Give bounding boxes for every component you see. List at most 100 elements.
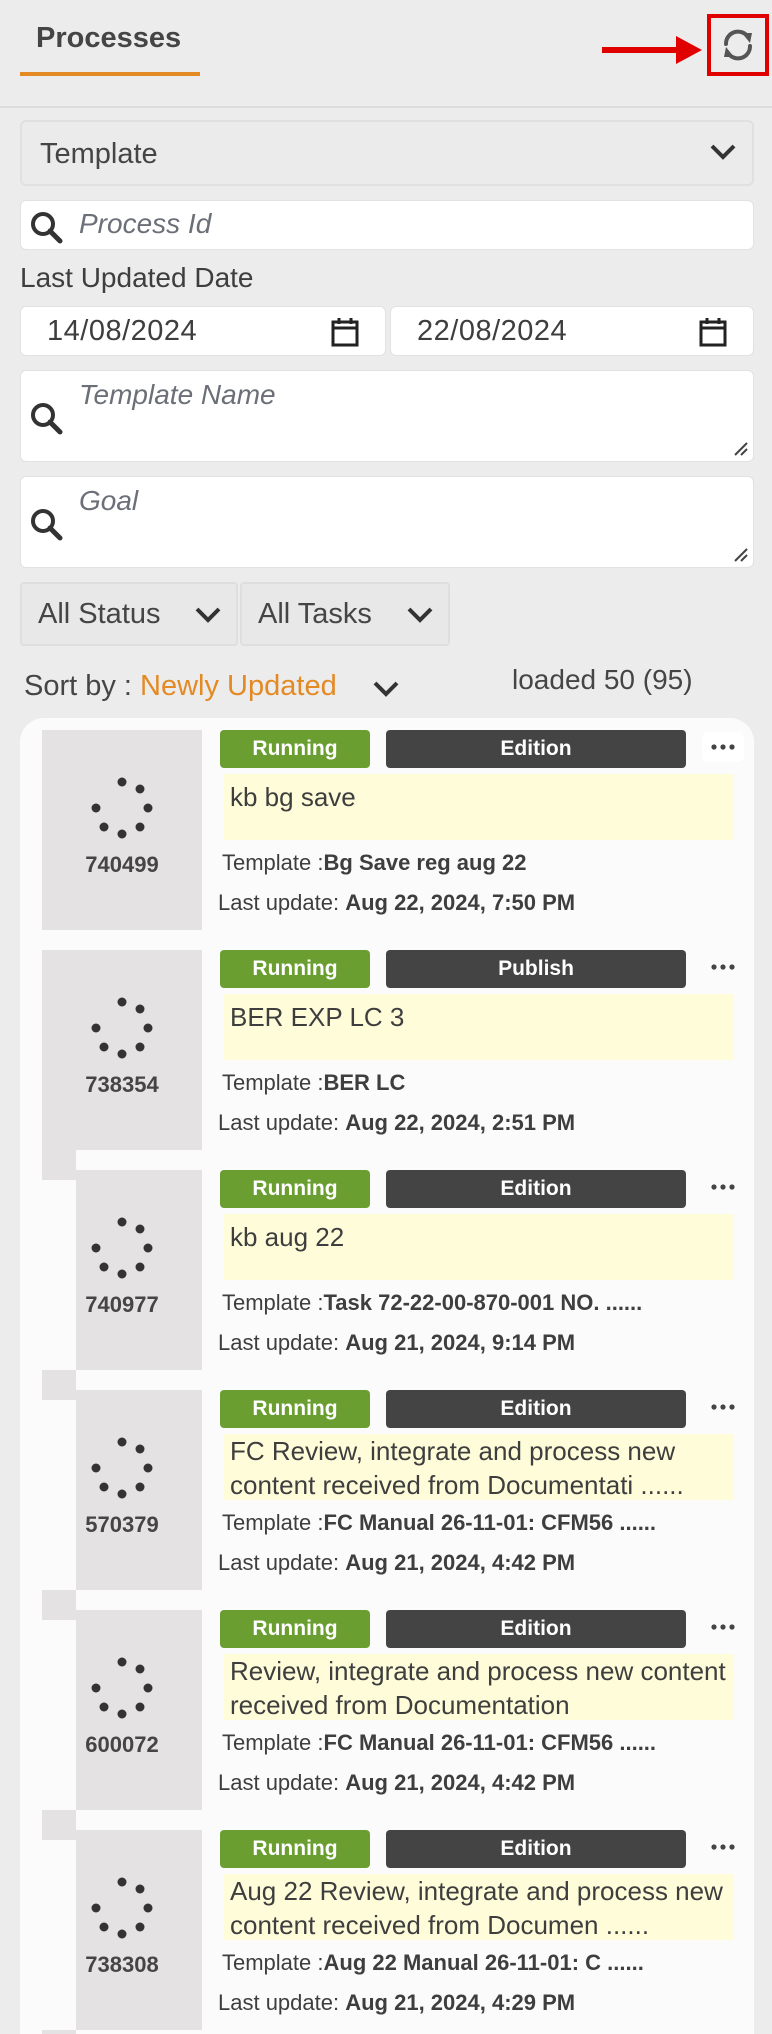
chevron-down-icon[interactable] bbox=[372, 678, 400, 700]
last-update-line: Last update: Aug 22, 2024, 7:50 PM bbox=[218, 890, 575, 916]
last-update-line: Last update: Aug 21, 2024, 9:14 PM bbox=[218, 1330, 575, 1356]
last-update-value: Aug 21, 2024, 9:14 PM bbox=[345, 1330, 576, 1355]
process-card[interactable]: 740499 Running Edition kb bg save Templa… bbox=[20, 730, 754, 930]
search-icon bbox=[31, 509, 63, 541]
more-options-button[interactable] bbox=[702, 1832, 744, 1862]
resize-handle-icon[interactable] bbox=[731, 545, 749, 563]
goal-box: FC Review, integrate and process new con… bbox=[224, 1434, 734, 1500]
process-thumbnail[interactable]: 738308 bbox=[76, 1830, 202, 2030]
more-horizontal-icon bbox=[711, 1844, 735, 1850]
process-card[interactable]: 738354 Running Publish BER EXP LC 3 Temp… bbox=[20, 950, 754, 1150]
mode-badge: Publish bbox=[386, 950, 686, 988]
goal-box: kb aug 22 bbox=[224, 1214, 734, 1280]
last-update-prefix: Last update: bbox=[218, 1770, 346, 1795]
more-options-button[interactable] bbox=[702, 732, 744, 762]
calendar-icon[interactable] bbox=[699, 317, 727, 347]
mode-badge: Edition bbox=[386, 1170, 686, 1208]
process-card[interactable]: 740977 Running Edition kb aug 22 Templat… bbox=[20, 1170, 754, 1370]
more-options-button[interactable] bbox=[702, 1612, 744, 1642]
refresh-icon bbox=[723, 29, 753, 61]
more-horizontal-icon bbox=[711, 744, 735, 750]
calendar-icon[interactable] bbox=[331, 317, 359, 347]
template-prefix: Template : bbox=[222, 1290, 324, 1315]
template-select-label: Template bbox=[40, 138, 158, 170]
spinner-icon bbox=[91, 1877, 153, 1939]
template-value: FC Manual 26-11-01: CFM56 ...... bbox=[323, 1510, 657, 1535]
process-id-input[interactable]: Process Id bbox=[20, 200, 754, 250]
process-id: 600072 bbox=[85, 1732, 159, 1757]
process-card[interactable]: 570379 Running Edition FC Review, integr… bbox=[20, 1390, 754, 1590]
process-thumbnail[interactable]: 740499 bbox=[42, 730, 202, 930]
template-select[interactable]: Template bbox=[20, 120, 754, 186]
sort-control[interactable]: Sort by : Newly Updated bbox=[24, 670, 337, 703]
status-badge: Running bbox=[220, 1830, 370, 1868]
tab-processes-label: Processes bbox=[36, 22, 182, 54]
template-line: Template :Aug 22 Manual 26-11-01: C ....… bbox=[222, 1950, 644, 1976]
goal-text: Review, integrate and process new conten… bbox=[230, 1656, 726, 1720]
process-card[interactable]: 738308 Running Edition Aug 22 Review, in… bbox=[20, 1830, 754, 2030]
more-horizontal-icon bbox=[711, 964, 735, 970]
process-thumbnail[interactable]: 570379 bbox=[76, 1390, 202, 1590]
spinner-icon bbox=[91, 777, 153, 839]
process-id: 738308 bbox=[85, 1952, 159, 1977]
last-updated-label: Last Updated Date bbox=[20, 262, 254, 293]
process-thumbnail[interactable]: 738354 bbox=[42, 950, 202, 1150]
last-update-line: Last update: Aug 22, 2024, 2:51 PM bbox=[218, 1110, 575, 1136]
date-to-value: 22/08/2024 bbox=[417, 315, 568, 347]
template-prefix: Template : bbox=[222, 1510, 324, 1535]
template-prefix: Template : bbox=[222, 850, 324, 875]
status-filter-label: All Status bbox=[38, 598, 161, 630]
date-from-value: 14/08/2024 bbox=[47, 315, 198, 347]
resize-handle-icon[interactable] bbox=[731, 439, 749, 457]
status-badge: Running bbox=[220, 1390, 370, 1428]
template-name-input[interactable]: Template Name bbox=[20, 370, 754, 462]
process-thumbnail[interactable]: 600072 bbox=[76, 1610, 202, 1810]
template-line: Template :Task 72-22-00-870-001 NO. ....… bbox=[222, 1290, 642, 1316]
template-value: FC Manual 26-11-01: CFM56 ...... bbox=[323, 1730, 657, 1755]
last-update-value: Aug 21, 2024, 4:29 PM bbox=[345, 1990, 576, 2015]
more-horizontal-icon bbox=[711, 1624, 735, 1630]
status-badge: Running bbox=[220, 1170, 370, 1208]
goal-input[interactable]: Goal bbox=[20, 476, 754, 568]
template-line: Template :Bg Save reg aug 22 bbox=[222, 850, 526, 876]
goal-box: Review, integrate and process new conten… bbox=[224, 1654, 734, 1720]
status-badge: Running bbox=[220, 950, 370, 988]
last-update-value: Aug 21, 2024, 4:42 PM bbox=[345, 1770, 576, 1795]
process-id: 570379 bbox=[85, 1512, 159, 1537]
last-update-value: Aug 22, 2024, 7:50 PM bbox=[345, 890, 576, 915]
chevron-down-icon bbox=[710, 144, 736, 160]
goal-box: Aug 22 Review, integrate and process new… bbox=[224, 1874, 734, 1940]
more-options-button[interactable] bbox=[702, 952, 744, 982]
search-icon bbox=[31, 212, 63, 244]
template-value: Task 72-22-00-870-001 NO. ...... bbox=[323, 1290, 643, 1315]
tasks-filter-dropdown[interactable]: All Tasks bbox=[240, 582, 450, 646]
date-from-field[interactable]: 14/08/2024 bbox=[20, 306, 386, 356]
process-id: 738354 bbox=[85, 1072, 159, 1097]
goal-text: kb aug 22 bbox=[230, 1222, 345, 1252]
template-line: Template :BER LC bbox=[222, 1070, 405, 1096]
more-horizontal-icon bbox=[711, 1404, 735, 1410]
spinner-icon bbox=[91, 1217, 153, 1279]
more-horizontal-icon bbox=[711, 1184, 735, 1190]
last-update-value: Aug 22, 2024, 2:51 PM bbox=[345, 1110, 576, 1135]
more-options-button[interactable] bbox=[702, 1392, 744, 1422]
spinner-icon bbox=[91, 1437, 153, 1499]
mode-badge: Edition bbox=[386, 1830, 686, 1868]
more-options-button[interactable] bbox=[702, 1172, 744, 1202]
process-id-placeholder: Process Id bbox=[79, 208, 212, 239]
template-value: BER LC bbox=[323, 1070, 406, 1095]
goal-text: FC Review, integrate and process new con… bbox=[230, 1436, 684, 1500]
refresh-button[interactable] bbox=[707, 14, 769, 76]
template-line: Template :FC Manual 26-11-01: CFM56 ....… bbox=[222, 1730, 656, 1756]
date-to-field[interactable]: 22/08/2024 bbox=[390, 306, 754, 356]
goal-text: kb bg save bbox=[230, 782, 356, 812]
tab-processes[interactable]: Processes bbox=[20, 18, 200, 76]
sort-prefix: Sort by : bbox=[24, 670, 141, 702]
process-id: 740499 bbox=[85, 852, 159, 877]
process-thumbnail[interactable]: 740977 bbox=[76, 1170, 202, 1370]
process-card[interactable]: 600072 Running Edition Review, integrate… bbox=[20, 1610, 754, 1810]
card-connector bbox=[42, 2030, 76, 2034]
sort-value[interactable]: Newly Updated bbox=[140, 670, 337, 702]
last-update-prefix: Last update: bbox=[218, 1550, 346, 1575]
status-filter-dropdown[interactable]: All Status bbox=[20, 582, 238, 646]
